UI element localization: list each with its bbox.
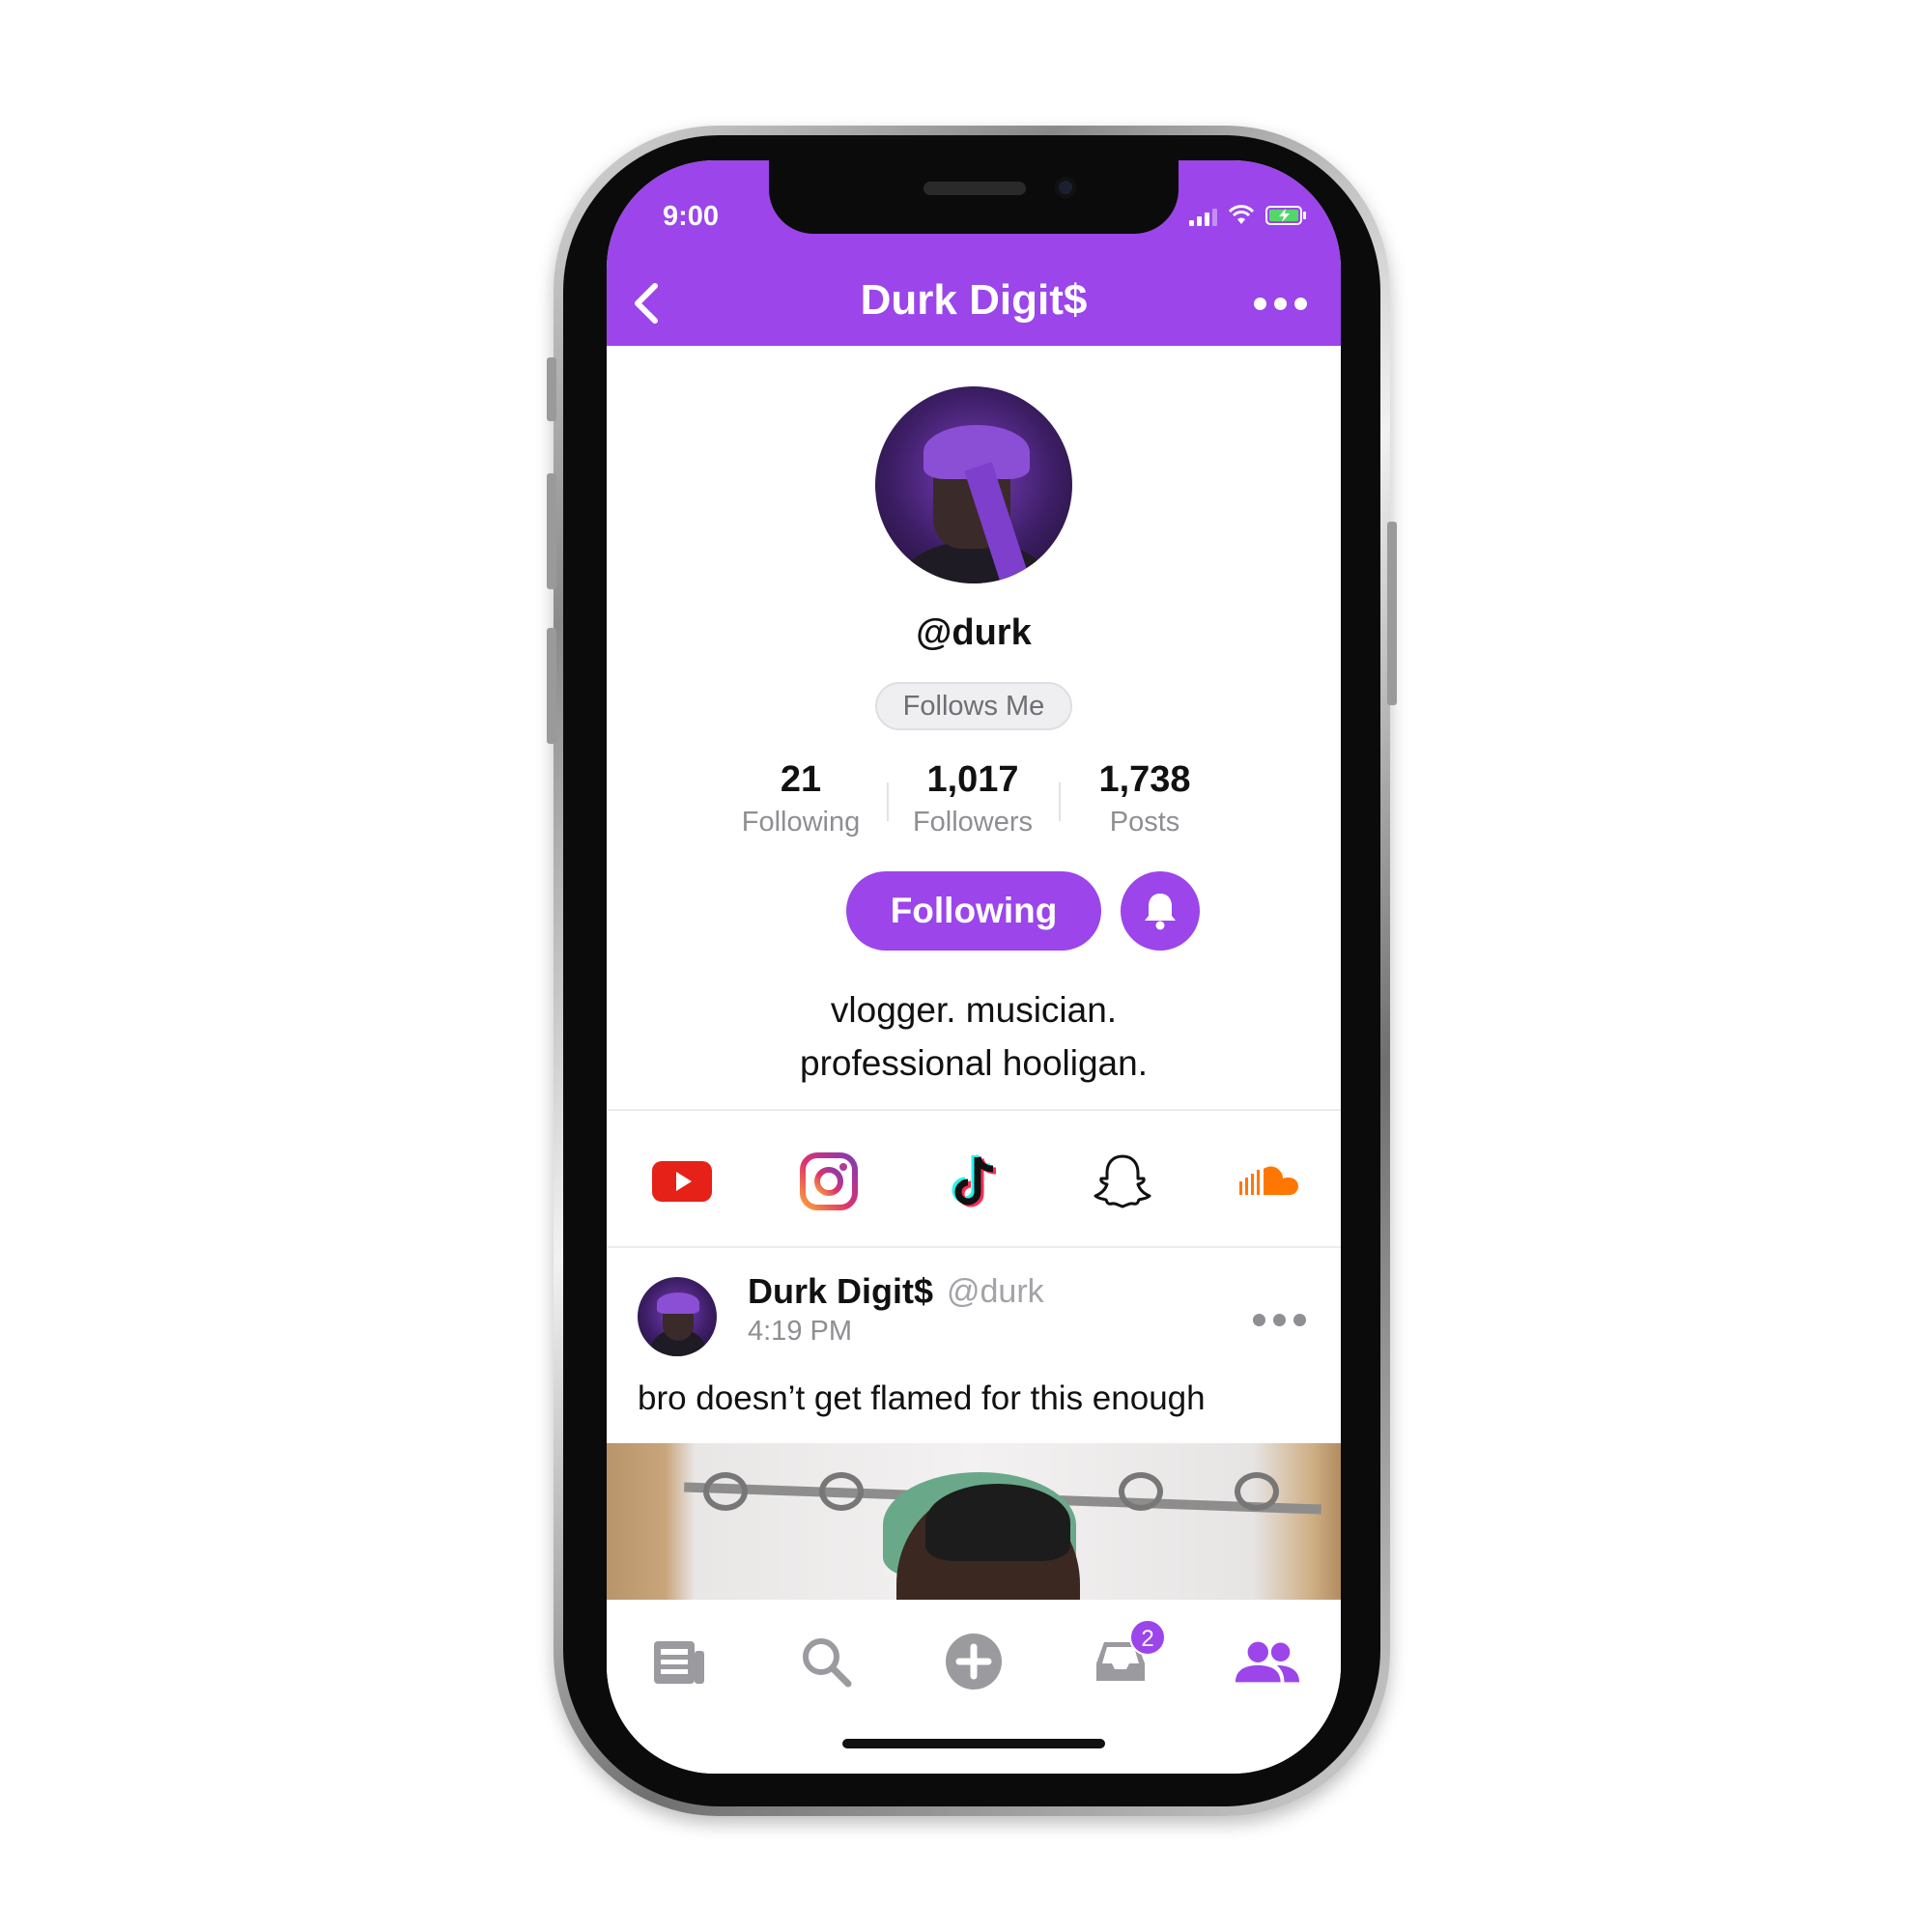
social-links-row [607, 1150, 1341, 1236]
battery-charging-icon [1265, 206, 1306, 225]
search-icon [803, 1638, 852, 1688]
nav-header: 9:00 Durk Digit$ [607, 160, 1341, 346]
tab-create[interactable] [940, 1631, 1008, 1692]
post-author-name[interactable]: Durk Digit$ [748, 1271, 933, 1312]
divider [607, 1246, 1341, 1248]
stat-value: 1,017 [926, 759, 1019, 800]
profile-stats: 21 Following 1,017 Followers 1,738 Posts [715, 759, 1233, 846]
tiktok-icon [952, 1153, 997, 1208]
snapchat-icon [1094, 1154, 1151, 1208]
post-author-avatar[interactable] [638, 1277, 717, 1356]
more-dot [1253, 1314, 1265, 1326]
follows-me-badge: Follows Me [875, 682, 1072, 730]
bell-icon [1145, 894, 1176, 930]
inbox-badge: 2 [1129, 1619, 1166, 1656]
post-more-button[interactable] [1253, 1314, 1306, 1326]
tab-news[interactable] [645, 1631, 713, 1692]
youtube-link[interactable] [650, 1150, 714, 1213]
tab-inbox[interactable]: 2 [1087, 1619, 1166, 1692]
people-icon [1235, 1641, 1300, 1683]
divider [607, 1109, 1341, 1111]
silent-switch [547, 357, 556, 421]
stat-label: Followers [912, 807, 1034, 838]
more-dot [1273, 1314, 1286, 1326]
wifi-icon [1228, 205, 1255, 224]
add-icon [946, 1634, 1002, 1690]
stat-label: Posts [1109, 807, 1180, 838]
snapchat-link[interactable] [1091, 1150, 1154, 1213]
more-dot [1293, 1314, 1306, 1326]
stat-posts[interactable]: 1,738 Posts [1059, 759, 1231, 846]
bio-line: vlogger. musician. [830, 990, 1118, 1030]
stat-followers[interactable]: 1,017 Followers [887, 759, 1059, 846]
page-title: Durk Digit$ [860, 276, 1088, 324]
tiktok-link[interactable] [944, 1150, 1008, 1213]
tab-search[interactable] [792, 1631, 860, 1692]
stat-following[interactable]: 21 Following [715, 759, 887, 846]
profile-handle: @durk [916, 612, 1032, 653]
notch [769, 160, 1179, 234]
signal-icon [1189, 209, 1217, 226]
volume-up-button [547, 473, 556, 589]
more-dot [1274, 297, 1287, 310]
soundcloud-icon [1239, 1166, 1298, 1195]
speaker [923, 182, 1026, 195]
stat-value: 21 [780, 759, 822, 800]
post-timestamp: 4:19 PM [748, 1316, 852, 1347]
profile-avatar[interactable] [875, 386, 1072, 583]
home-indicator [842, 1739, 1105, 1748]
more-dot [1294, 297, 1307, 310]
more-options-button[interactable] [1254, 294, 1312, 313]
post-image[interactable] [607, 1443, 1341, 1607]
status-time: 9:00 [663, 201, 720, 232]
volume-down-button [547, 628, 556, 744]
profile-bio: vlogger. musician. professional hooligan… [607, 983, 1341, 1090]
stat-value: 1,738 [1098, 759, 1191, 800]
notifications-button[interactable] [1121, 871, 1200, 951]
status-icons [1189, 205, 1308, 226]
following-button[interactable]: Following [846, 871, 1101, 951]
instagram-link[interactable] [797, 1150, 861, 1213]
youtube-icon [652, 1161, 712, 1202]
post-text: bro doesn’t get flamed for this enough [638, 1379, 1206, 1417]
app-screen: 9:00 Durk Digit$ @durk Follows Me 21 Fol… [607, 160, 1341, 1774]
power-button [1387, 522, 1397, 705]
bio-line: professional hooligan. [800, 1043, 1148, 1083]
stat-label: Following [741, 807, 861, 838]
post-author-handle: @durk [947, 1273, 1044, 1310]
more-dot [1254, 297, 1266, 310]
tab-bar: 2 [607, 1600, 1341, 1774]
tab-people[interactable] [1234, 1631, 1301, 1692]
front-camera [1055, 177, 1076, 198]
news-icon [654, 1641, 704, 1684]
instagram-icon [800, 1152, 858, 1210]
soundcloud-link[interactable] [1237, 1150, 1301, 1213]
